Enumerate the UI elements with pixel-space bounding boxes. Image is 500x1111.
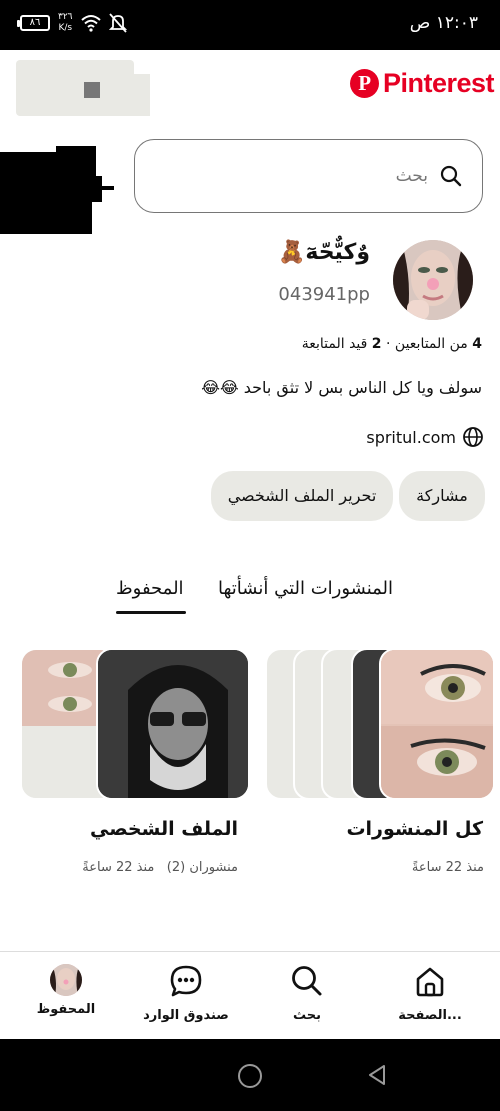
profile-bio: سولف ويا كل الناس بس لا تثق باحد 😂😂 xyxy=(201,378,482,397)
followers-count: 4 xyxy=(472,336,482,352)
board-profile[interactable] xyxy=(20,648,250,800)
nav-inbox-label: صندوق الوارد xyxy=(143,1008,229,1023)
search-icon xyxy=(292,966,322,996)
profile-display-name: وٌكيٌّحّهٓ🧸 xyxy=(277,240,370,265)
profile-avatar[interactable] xyxy=(393,240,473,320)
share-button[interactable]: مشاركة xyxy=(399,471,485,521)
battery-level: ٨٦ xyxy=(29,17,41,28)
stats-separator: · xyxy=(386,336,391,352)
board-title: الملف الشخصي xyxy=(89,818,238,840)
board-all-pins[interactable] xyxy=(265,648,495,800)
logo-text: Pinterest xyxy=(382,68,495,98)
system-navigation-bar xyxy=(0,1039,500,1111)
system-home-icon[interactable] xyxy=(238,1064,262,1088)
website-link[interactable]: spritul.com xyxy=(366,428,456,447)
battery-icon: ٨٦ xyxy=(17,15,50,31)
nav-home[interactable]: الصفحة... xyxy=(380,964,480,1023)
following-count: 2 xyxy=(371,336,382,352)
globe-icon xyxy=(463,427,483,447)
network-speed: ٣٢٦ K/s xyxy=(58,12,73,34)
home-icon xyxy=(416,967,444,997)
avatar-image xyxy=(393,240,473,320)
nav-search-label: بحث xyxy=(292,1008,321,1023)
follow-stats[interactable]: 4 من المتابعين · 2 قيد المتابعة xyxy=(302,336,482,352)
board-meta: منذ 22 ساعةً xyxy=(411,860,484,875)
nav-inbox[interactable]: صندوق الوارد xyxy=(136,964,236,1023)
speed-value: ٣٢٦ xyxy=(58,12,73,22)
board-updated: منذ 22 ساعةً xyxy=(82,860,155,875)
wifi-icon xyxy=(80,15,101,32)
board-cover-image xyxy=(379,648,495,800)
tab-saved[interactable]: المحفوظ xyxy=(116,578,184,599)
bottom-navigation: الصفحة... بحث صندوق الوارد المحفوظ xyxy=(0,951,500,1039)
status-bar: ٨٦ ٣٢٦ K/s ١٢:٠٣ ص xyxy=(0,0,500,50)
chat-bubble-icon xyxy=(170,965,202,997)
active-tab-indicator xyxy=(116,611,186,614)
pinterest-logo[interactable]: P Pinterest xyxy=(349,68,495,99)
followers-label: من المتابعين xyxy=(394,336,468,352)
board-pin-count: منشوران (2) xyxy=(166,860,238,875)
nav-home-label: الصفحة... xyxy=(398,1008,462,1023)
board-meta: منشوران (2) منذ 22 ساعةً xyxy=(82,860,238,875)
search-input[interactable]: بحث xyxy=(134,139,483,213)
speed-unit: K/s xyxy=(58,23,73,33)
board-title: كل المنشورات xyxy=(346,818,483,840)
following-label: قيد المتابعة xyxy=(301,336,368,352)
redacted-area xyxy=(0,146,114,234)
board-cover-image xyxy=(96,648,250,800)
notifications-off-icon xyxy=(108,13,127,33)
nav-saved-label: المحفوظ xyxy=(36,1002,96,1017)
edit-profile-button[interactable]: تحرير الملف الشخصي xyxy=(211,471,393,521)
status-icons: ٨٦ ٣٢٦ K/s xyxy=(17,12,127,34)
nav-search[interactable]: بحث xyxy=(257,964,357,1023)
clock: ١٢:٠٣ ص xyxy=(409,13,478,33)
profile-website[interactable]: spritul.com xyxy=(366,426,484,448)
pinterest-p-icon: P xyxy=(349,69,379,98)
profile-username: 043941pp xyxy=(278,284,370,305)
search-icon xyxy=(440,165,462,187)
search-placeholder: بحث xyxy=(395,166,428,186)
system-back-icon[interactable] xyxy=(366,1063,388,1087)
avatar xyxy=(50,964,82,996)
redacted-area xyxy=(16,60,150,116)
tab-created-pins[interactable]: المنشورات التي أنشأتها xyxy=(218,578,393,599)
nav-saved[interactable]: المحفوظ xyxy=(16,964,116,1017)
